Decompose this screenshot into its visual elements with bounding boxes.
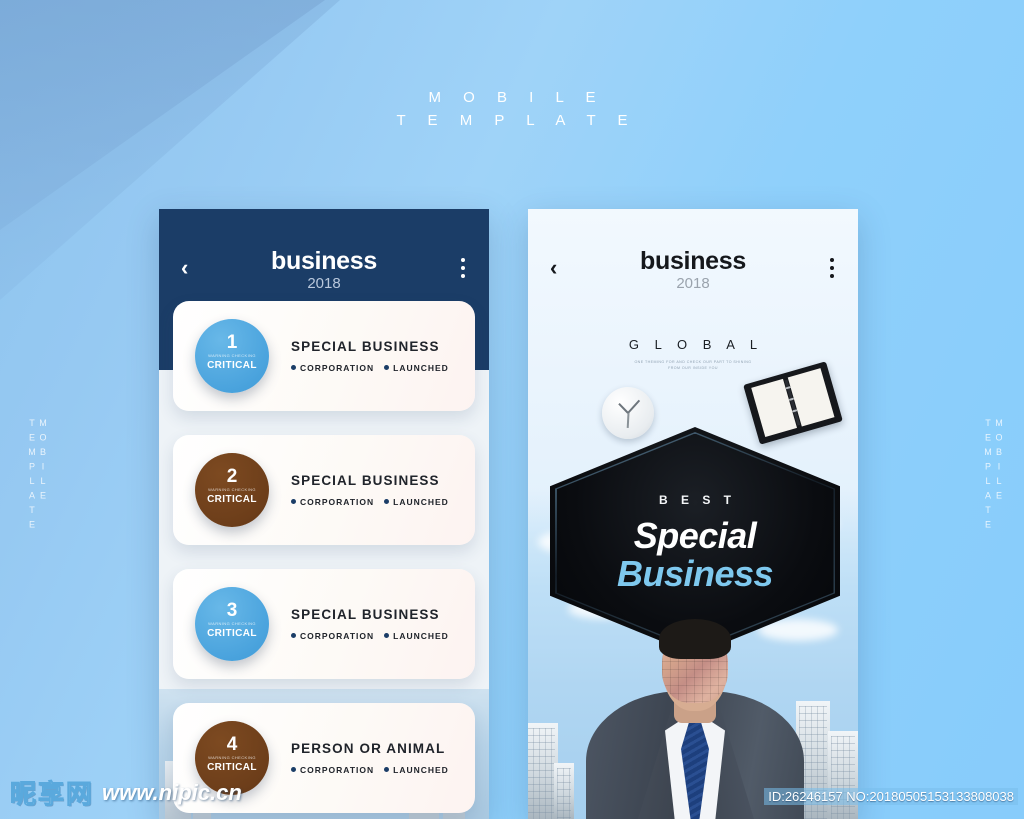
watermark-logo: 昵享网 xyxy=(9,779,95,810)
watermark: 昵享网 www.nipic.cn xyxy=(9,774,242,811)
badge-caption: WARNING CHECKING xyxy=(208,353,256,358)
list-item-tags: CORPORATION LAUNCHED xyxy=(291,363,449,373)
headline-line-1: M O B I L E xyxy=(428,89,605,106)
hero-text-block: B E S T Special Business xyxy=(550,493,840,593)
list-item-body: SPECIAL BUSINESS CORPORATION LAUNCHED xyxy=(291,607,449,641)
right-app-header: ‹ business 2018 xyxy=(528,209,858,327)
tag-label: CORPORATION xyxy=(300,765,375,775)
left-header-row: ‹ business 2018 xyxy=(159,247,489,299)
badge-caption: WARNING CHECKING xyxy=(208,755,256,760)
badge-number: 1 xyxy=(226,332,238,353)
list-item-tags: CORPORATION LAUNCHED xyxy=(291,631,449,641)
badge-caption: WARNING CHECKING xyxy=(208,621,256,626)
tag-label: LAUNCHED xyxy=(393,363,449,373)
list-item[interactable]: 3 WARNING CHECKING CRITICAL SPECIAL BUSINES… xyxy=(173,569,475,679)
bullet-dot-icon xyxy=(291,365,296,370)
tag-label: LAUNCHED xyxy=(393,631,449,641)
list-item[interactable]: 2 WARNING CHECKING CRITICAL SPECIAL BUSINES… xyxy=(173,435,475,545)
list-item-title: SPECIAL BUSINESS xyxy=(291,473,440,488)
wall-clock-icon xyxy=(602,387,654,439)
status-badge: 2 WARNING CHECKING CRITICAL xyxy=(195,453,269,527)
right-header-title: business xyxy=(640,247,746,275)
badge-number: 3 xyxy=(226,600,238,621)
bullet-dot-icon xyxy=(291,499,296,504)
bullet-dot-icon xyxy=(384,365,390,370)
badge-label: CRITICAL xyxy=(207,360,257,371)
tag-label: LAUNCHED xyxy=(393,765,449,775)
poster-canvas: M O B I L E T E M P L A T E MOBILE TEMPL… xyxy=(0,0,1024,819)
back-chevron-icon[interactable]: ‹ xyxy=(550,257,557,279)
bullet-dot-icon xyxy=(291,633,296,638)
list-item-title: SPECIAL BUSINESS xyxy=(291,339,440,354)
right-header-row: ‹ business 2018 xyxy=(528,247,858,299)
bullet-dot-icon xyxy=(384,499,390,504)
watermark-id: ID:26246157 NO:20180505153133808038 xyxy=(764,788,1018,805)
list-item-tags: CORPORATION LAUNCHED xyxy=(291,497,449,507)
global-title: G L O B A L xyxy=(628,337,764,352)
watermark-url: www.nipic.cn xyxy=(102,779,242,805)
badge-number: 2 xyxy=(226,466,238,487)
back-chevron-icon[interactable]: ‹ xyxy=(181,257,188,279)
list-item-tags: CORPORATION LAUNCHED xyxy=(291,765,449,775)
hero-line-1: Special xyxy=(633,515,757,556)
side-label-left: MOBILE TEMPLATE xyxy=(27,418,48,534)
left-header-title: business xyxy=(271,247,377,275)
badge-label: CRITICAL xyxy=(207,628,257,639)
left-card-list: 1 WARNING CHECKING CRITICAL SPECIAL BUSINES… xyxy=(159,301,489,819)
list-item-title: PERSON OR ANIMAL xyxy=(291,741,446,756)
status-badge: 3 WARNING CHECKING CRITICAL xyxy=(195,587,269,661)
right-header-subtitle: 2018 xyxy=(676,275,710,292)
phone-mockup-left: ‹ business 2018 1 WARNING CHECKING CRITICA… xyxy=(159,209,489,819)
headline-line-2: T E M P L A T E xyxy=(396,112,637,129)
list-item-body: PERSON OR ANIMAL CORPORATION LAUNCHED xyxy=(291,741,449,775)
tag-label: LAUNCHED xyxy=(393,497,449,507)
list-item-body: SPECIAL BUSINESS CORPORATION LAUNCHED xyxy=(291,473,449,507)
badge-label: CRITICAL xyxy=(207,762,257,773)
kebab-menu-icon[interactable] xyxy=(461,258,465,282)
side-label-right: MOBILE TEMPLATE xyxy=(983,418,1004,534)
bullet-dot-icon xyxy=(384,767,390,772)
global-subtitle: ONE THEMING FOR AND CHECK OUR PART TO SH… xyxy=(634,359,752,371)
list-item-body: SPECIAL BUSINESS CORPORATION LAUNCHED xyxy=(291,339,449,373)
status-badge: 1 WARNING CHECKING CRITICAL xyxy=(195,319,269,393)
tag-label: CORPORATION xyxy=(300,363,375,373)
bullet-dot-icon xyxy=(291,767,296,772)
tag-label: CORPORATION xyxy=(300,631,375,641)
tag-label: CORPORATION xyxy=(300,497,375,507)
list-item[interactable]: 1 WARNING CHECKING CRITICAL SPECIAL BUSINES… xyxy=(173,301,475,411)
badge-caption: WARNING CHECKING xyxy=(208,487,256,492)
kebab-menu-icon[interactable] xyxy=(830,258,834,282)
page-title: M O B I L E T E M P L A T E xyxy=(0,86,1024,132)
bullet-dot-icon xyxy=(384,633,390,638)
left-header-subtitle: 2018 xyxy=(307,275,341,292)
global-section: G L O B A L ONE THEMING FOR AND CHECK OU… xyxy=(528,337,858,371)
badge-number: 4 xyxy=(226,734,238,755)
businessman-portrait xyxy=(586,587,804,819)
hero-eyebrow: B E S T xyxy=(658,493,736,507)
phone-mockup-right: ‹ business 2018 G L O B A L ONE THEMING … xyxy=(528,209,858,819)
badge-label: CRITICAL xyxy=(207,494,257,505)
list-item-title: SPECIAL BUSINESS xyxy=(291,607,440,622)
